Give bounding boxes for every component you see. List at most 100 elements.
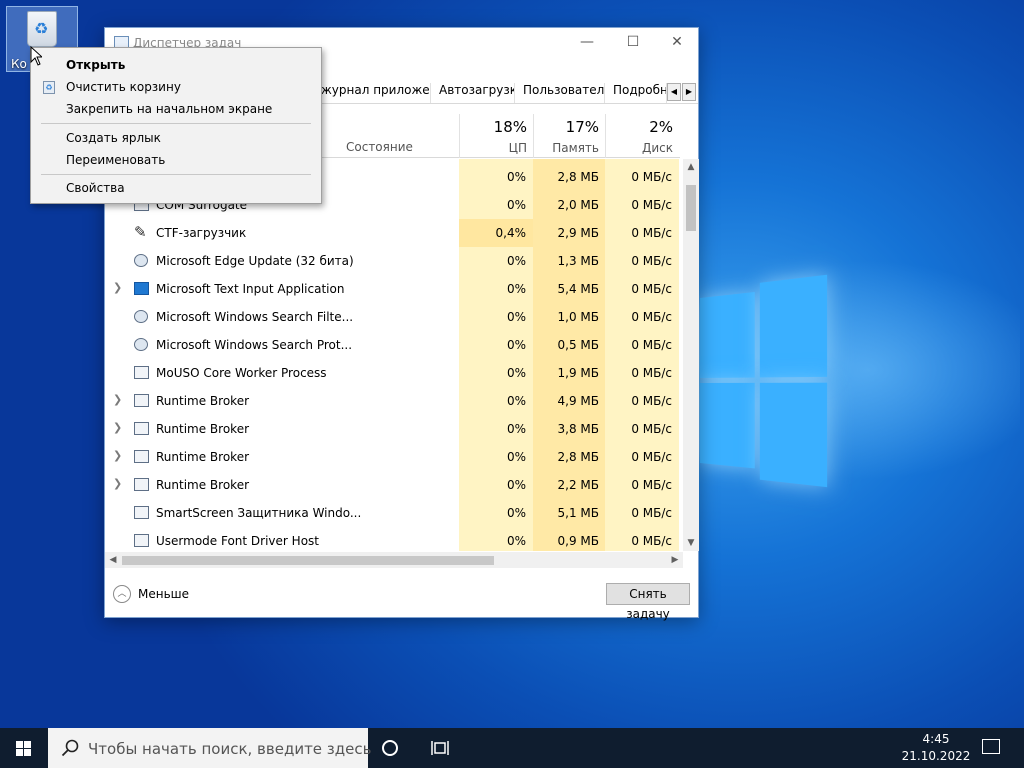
expand-chevron-icon[interactable]: ❯ [113,477,122,490]
process-row[interactable]: ❯ Runtime Broker 0% 3,8 МБ 0 МБ/с [105,415,680,443]
horizontal-scroll-thumb[interactable] [122,556,494,565]
process-disk: 0 МБ/с [631,534,672,548]
process-name: Usermode Font Driver Host [156,534,319,548]
menu-item-empty-bin[interactable]: Очистить корзину [66,80,181,94]
system-clock[interactable]: 4:45 21.10.2022 [900,731,972,765]
process-memory: 2,8 МБ [557,450,599,464]
process-cpu: 0% [506,310,526,324]
process-name: Runtime Broker [156,450,250,464]
process-name: Microsoft Windows Search Filte... [156,310,354,324]
maximize-button[interactable]: ☐ [610,28,656,58]
tab-startup[interactable]: Автозагрузка [435,83,515,103]
process-disk: 0 МБ/с [631,338,672,352]
tab-app-history[interactable]: журнал приложений [317,83,431,103]
process-memory: 1,3 МБ [557,254,599,268]
process-cpu: 0% [506,170,526,184]
process-disk: 0 МБ/с [631,226,672,240]
tab-users[interactable]: Пользователи [519,83,605,103]
memory-label: Память [552,141,599,155]
expand-chevron-icon[interactable]: ❯ [113,449,122,462]
expand-chevron-icon[interactable]: ❯ [113,393,122,406]
process-name: SmartScreen Защитника Windo... [156,506,362,520]
process-memory: 5,4 МБ [557,282,599,296]
start-button[interactable] [0,728,48,768]
tab-scroll-right-button[interactable]: ▶ [682,83,696,101]
cortana-circle-icon[interactable] [382,740,398,756]
menu-item-create-shortcut[interactable]: Создать ярлык [66,131,161,145]
menu-item-open[interactable]: Открыть [66,58,125,72]
chevron-up-icon[interactable]: ︿ [113,585,131,603]
app-icon [134,534,149,547]
scroll-left-arrow-icon[interactable]: ◀ [105,552,121,568]
process-disk: 0 МБ/с [631,366,672,380]
close-button[interactable]: ✕ [654,28,700,58]
process-cpu: 0% [506,534,526,548]
process-row[interactable]: Usermode Font Driver Host 0% 0,9 МБ 0 МБ/с [105,527,680,551]
tab-details[interactable]: Подробнос [609,83,667,103]
clock-time: 4:45 [922,732,950,746]
process-memory: 4,9 МБ [557,394,599,408]
process-disk: 0 МБ/с [631,198,672,212]
app-icon [134,506,149,519]
process-cpu: 0% [506,450,526,464]
process-row[interactable]: SmartScreen Защитника Windo... 0% 5,1 МБ 0 … [105,499,680,527]
column-cpu[interactable]: 18% ЦП [459,114,533,158]
scroll-down-arrow-icon[interactable]: ▼ [683,535,699,551]
process-memory: 3,8 МБ [557,422,599,436]
process-row[interactable]: Microsoft Windows Search Filte... 0% 1,0 М… [105,303,680,331]
process-row[interactable]: ❯ Microsoft Text Input Application 0% 5,4 М… [105,275,680,303]
process-memory: 2,0 МБ [557,198,599,212]
app-icon [134,478,149,491]
search-box[interactable]: Чтобы начать поиск, введите здесь [48,728,371,768]
column-state[interactable]: Состояние [346,140,413,154]
column-disk[interactable]: 2% Диск [605,114,679,158]
process-name: Runtime Broker [156,422,250,436]
process-cpu: 0% [506,282,526,296]
tab-scroll-left-button[interactable]: ◀ [667,83,681,101]
expand-chevron-icon[interactable]: ❯ [113,421,122,434]
process-cpu: 0% [506,338,526,352]
mouse-pointer-icon [30,46,42,66]
menu-item-pin-start[interactable]: Закрепить на начальном экране [66,102,272,116]
scroll-right-arrow-icon[interactable]: ▶ [667,552,683,568]
vertical-scrollbar[interactable]: ▲ ▼ [683,159,699,551]
process-memory: 0,9 МБ [557,534,599,548]
process-list: 0% 2,8 МБ 0 МБ/с COM Surrogate 0% 2,0 МБ 0 МБ/… [105,159,683,551]
windows-logo-wallpaper [700,274,828,496]
process-row[interactable]: ❯ Runtime Broker 0% 2,2 МБ 0 МБ/с [105,471,680,499]
process-memory: 2,9 МБ [557,226,599,240]
process-disk: 0 МБ/с [631,282,672,296]
notification-center-icon[interactable] [982,739,1000,754]
process-row[interactable]: CTF-загрузчик 0,4% 2,9 МБ 0 МБ/с [105,219,680,247]
process-row[interactable]: Microsoft Edge Update (32 бита) 0% 1,3 МБ 0… [105,247,680,275]
process-disk: 0 МБ/с [631,310,672,324]
user-icon [134,338,148,351]
menu-item-rename[interactable]: Переименовать [66,153,165,167]
process-name: Runtime Broker [156,478,250,492]
scroll-up-arrow-icon[interactable]: ▲ [683,159,699,175]
minimize-button[interactable]: — [564,28,610,58]
recycle-bin-label: Ко [11,57,27,71]
process-cpu: 0% [506,478,526,492]
disk-percent: 2% [649,118,673,136]
end-task-button[interactable]: Снять задачу [606,583,690,621]
app-icon [134,394,149,407]
process-row[interactable]: ❯ Runtime Broker 0% 4,9 МБ 0 МБ/с [105,387,680,415]
vertical-scroll-thumb[interactable] [686,185,696,231]
clock-date: 21.10.2022 [901,749,971,763]
process-name: Microsoft Text Input Application [156,282,345,296]
expand-chevron-icon[interactable]: ❯ [113,281,122,294]
menu-item-properties[interactable]: Свойства [66,181,125,195]
process-cpu: 0% [506,422,526,436]
process-disk: 0 МБ/с [631,478,672,492]
cpu-label: ЦП [508,141,527,155]
horizontal-scrollbar[interactable]: ◀ ▶ [105,552,683,568]
process-row[interactable]: Microsoft Windows Search Prot... 0% 0,5 МБ… [105,331,680,359]
column-memory[interactable]: 17% Память [533,114,605,158]
task-view-icon[interactable] [431,740,449,756]
fewer-details-link[interactable]: Меньше [138,587,189,601]
process-row[interactable]: ❯ Runtime Broker 0% 2,8 МБ 0 МБ/с [105,443,680,471]
process-row[interactable]: MoUSO Core Worker Process 0% 1,9 МБ 0 МБ/с [105,359,680,387]
search-icon [61,739,79,757]
app-icon [134,422,149,435]
